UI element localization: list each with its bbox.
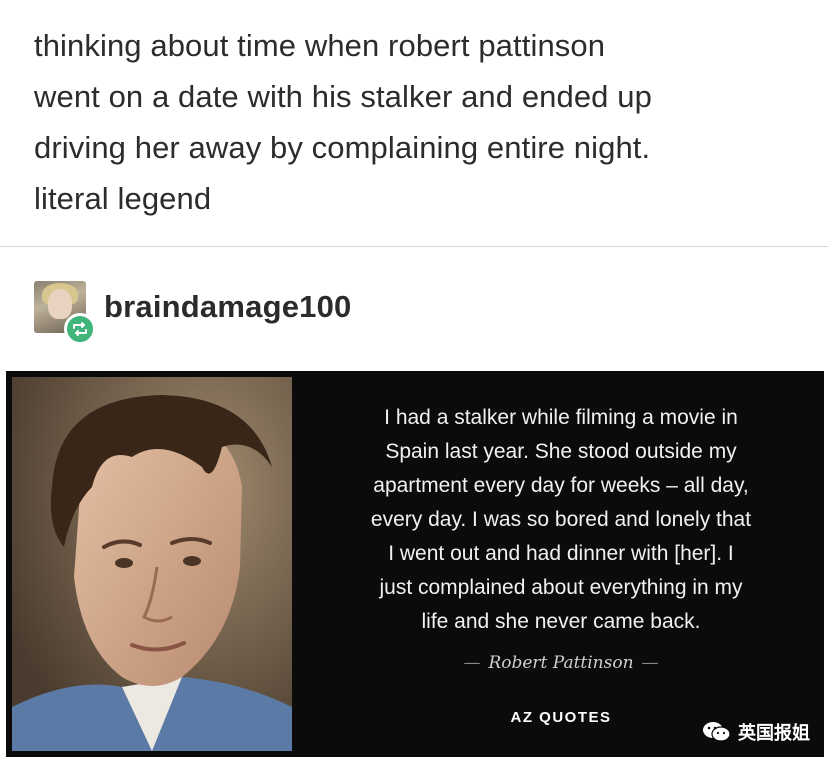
portrait-image (12, 377, 292, 751)
attribution-name: Robert Pattinson (488, 653, 634, 673)
portrait-illustration (12, 377, 292, 751)
quote-attribution: — Robert Pattinson — (322, 653, 800, 673)
post-body-text: thinking about time when robert pattinso… (34, 20, 814, 224)
attribution-dash-left: — (463, 653, 481, 673)
quote-card: I had a stalker while filming a movie in… (6, 371, 824, 757)
quote-line: Spain last year. She stood outside my (385, 440, 737, 463)
reblog-header: braindamage100 (34, 281, 634, 345)
quote-line: life and she never came back. (421, 610, 701, 633)
attribution-dash-right: — (641, 653, 659, 673)
quote-line: I had a stalker while filming a movie in (384, 406, 738, 429)
quote-text: I had a stalker while filming a movie in… (322, 401, 800, 639)
post-line-2: went on a date with his stalker and ende… (34, 79, 652, 114)
wechat-watermark: 英国报姐 (701, 719, 810, 745)
wechat-icon (703, 722, 731, 742)
watermark-text: 英国报姐 (738, 723, 810, 744)
post-line-4: literal legend (34, 181, 212, 216)
reblog-icon (64, 313, 96, 345)
quote-line: apartment every day for weeks – all day, (373, 474, 749, 497)
post-line-1: thinking about time when robert pattinso… (34, 28, 606, 63)
post-divider (0, 246, 828, 247)
quote-line: every day. I was so bored and lonely tha… (370, 508, 752, 531)
reblog-arrows-icon (73, 322, 87, 336)
avatar-face (48, 289, 72, 319)
reblog-username[interactable]: braindamage100 (104, 289, 351, 325)
post-line-3: driving her away by complaining entire n… (34, 130, 651, 165)
quote-line: just complained about everything in my (379, 576, 743, 599)
quote-line: I went out and had dinner with [her]. I (388, 542, 734, 565)
